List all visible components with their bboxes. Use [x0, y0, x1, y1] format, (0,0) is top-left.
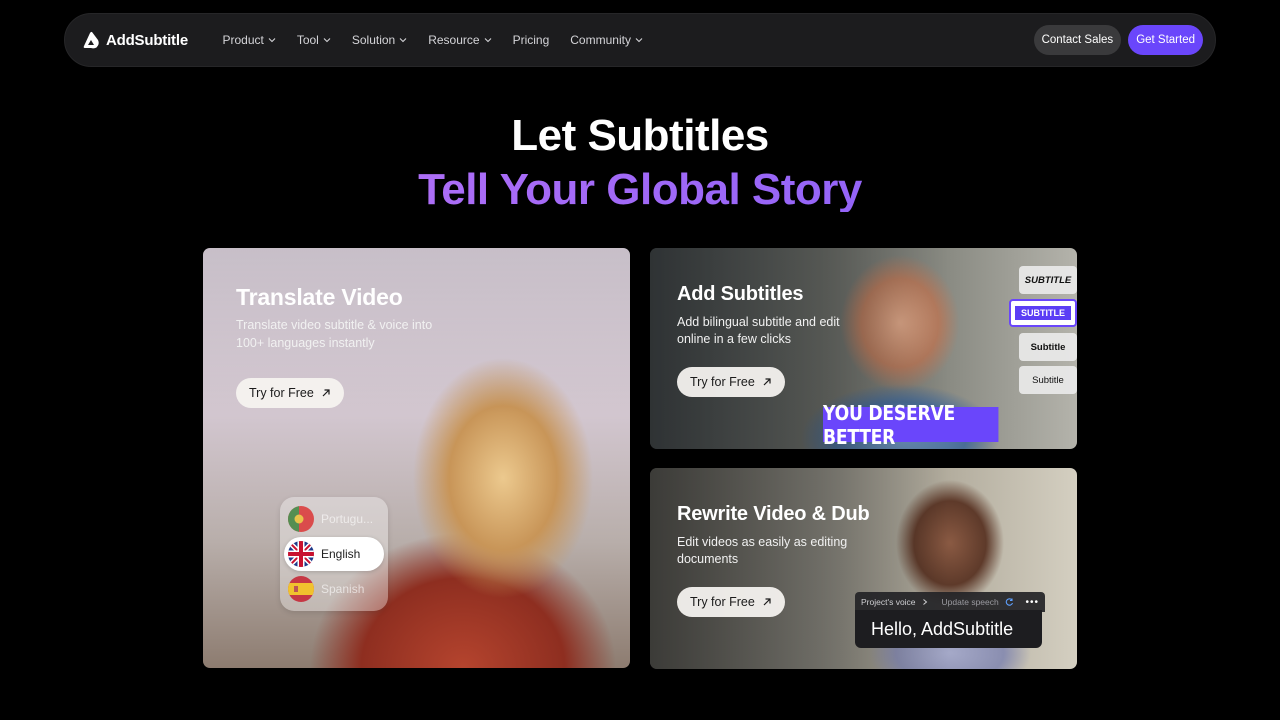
menu-item-label: Community	[570, 33, 631, 47]
subtitle-style-option-selected[interactable]: SUBTITLE	[1009, 299, 1077, 327]
chevron-down-icon	[484, 38, 491, 43]
try-button-label: Try for Free	[690, 375, 755, 389]
subtitle-style-option[interactable]: Subtitle	[1019, 366, 1077, 394]
menu-item-label: Solution	[351, 33, 396, 47]
try-button-label: Try for Free	[249, 386, 314, 400]
language-option-english[interactable]: English	[284, 537, 384, 571]
main-menu: Product Tool Solution Resource Pricing C…	[212, 27, 653, 53]
more-options-icon[interactable]: •••	[1025, 597, 1039, 608]
subtitle-style-option[interactable]: Subtitle	[1019, 333, 1077, 361]
translate-video-desc-line1: Translate video subtitle & voice into	[236, 318, 433, 332]
menu-item-label: Product	[222, 33, 264, 47]
logo[interactable]: AddSubtitle	[83, 31, 188, 49]
top-navbar: AddSubtitle Product Tool Solution Resour…	[64, 13, 1216, 67]
menu-item-resource[interactable]: Resource	[418, 27, 502, 53]
language-label: English	[321, 547, 361, 561]
chevron-down-icon	[399, 38, 407, 43]
arrow-up-right-icon	[763, 378, 771, 386]
arrow-up-right-icon	[322, 389, 330, 397]
menu-item-label: Tool	[296, 33, 319, 47]
chevron-down-icon	[635, 38, 643, 43]
menu-item-tool[interactable]: Tool	[286, 27, 341, 53]
language-option-spanish[interactable]: Spanish	[284, 572, 384, 606]
hero-title-line1: Let Subtitles	[511, 111, 769, 160]
add-subtitles-title: Add Subtitles	[677, 283, 804, 305]
card-overlay	[203, 248, 630, 668]
translate-video-try-button[interactable]: Try for Free	[236, 378, 344, 408]
menu-item-product[interactable]: Product	[212, 27, 286, 53]
subtitle-style-label: SUBTITLE	[1015, 306, 1071, 320]
rewrite-video-desc-line2: documents	[677, 552, 739, 566]
refresh-icon[interactable]	[1005, 597, 1014, 607]
get-started-button[interactable]: Get Started	[1128, 25, 1203, 55]
rewrite-video-desc-line1: Edit videos as easily as editing	[677, 535, 848, 549]
uk-flag-icon	[288, 541, 314, 567]
add-subtitles-desc-line2: online in a few clicks	[677, 332, 791, 346]
spain-flag-icon	[288, 576, 314, 602]
dub-speech-text[interactable]: Hello, AddSubtitle	[855, 610, 1042, 648]
rewrite-video-try-button[interactable]: Try for Free	[677, 587, 785, 617]
chevron-down-icon	[268, 38, 276, 43]
nav-actions: Contact Sales Get Started	[1033, 25, 1203, 55]
rewrite-video-title: Rewrite Video & Dub	[677, 503, 870, 525]
voice-label[interactable]: Project's voice	[861, 597, 916, 607]
language-label: Portugu...	[321, 512, 374, 526]
subtitle-style-option[interactable]: SUBTITLE	[1019, 266, 1077, 294]
menu-item-solution[interactable]: Solution	[341, 27, 417, 53]
try-button-label: Try for Free	[690, 595, 755, 609]
logo-text: AddSubtitle	[106, 31, 188, 49]
subtitle-banner: YOU DESERVE BETTER	[823, 401, 999, 449]
menu-item-pricing[interactable]: Pricing	[502, 27, 560, 53]
dub-toolbar: Project's voice Update speech •••	[855, 592, 1045, 612]
add-subtitles-desc-line1: Add bilingual subtitle and edit	[677, 315, 840, 329]
translate-video-desc-line2: 100+ languages instantly	[236, 336, 375, 350]
menu-item-label: Pricing	[512, 33, 550, 47]
translate-video-title: Translate Video	[236, 284, 403, 310]
translate-video-card[interactable]	[203, 248, 630, 668]
arrow-up-right-icon	[763, 598, 771, 606]
chevron-down-icon	[323, 38, 331, 43]
hero-title-line2: Tell Your Global Story	[0, 168, 1280, 212]
chevron-right-icon	[922, 599, 927, 605]
portugal-flag-icon	[288, 506, 314, 532]
menu-item-label: Resource	[428, 33, 480, 47]
language-label: Spanish	[321, 582, 365, 596]
update-speech-label[interactable]: Update speech	[942, 597, 999, 607]
contact-sales-button[interactable]: Contact Sales	[1033, 25, 1122, 55]
addsubtitle-logo-icon	[83, 31, 99, 49]
menu-item-community[interactable]: Community	[560, 27, 654, 53]
add-subtitles-try-button[interactable]: Try for Free	[677, 367, 785, 397]
language-option-portuguese[interactable]: Portugu...	[284, 502, 384, 536]
